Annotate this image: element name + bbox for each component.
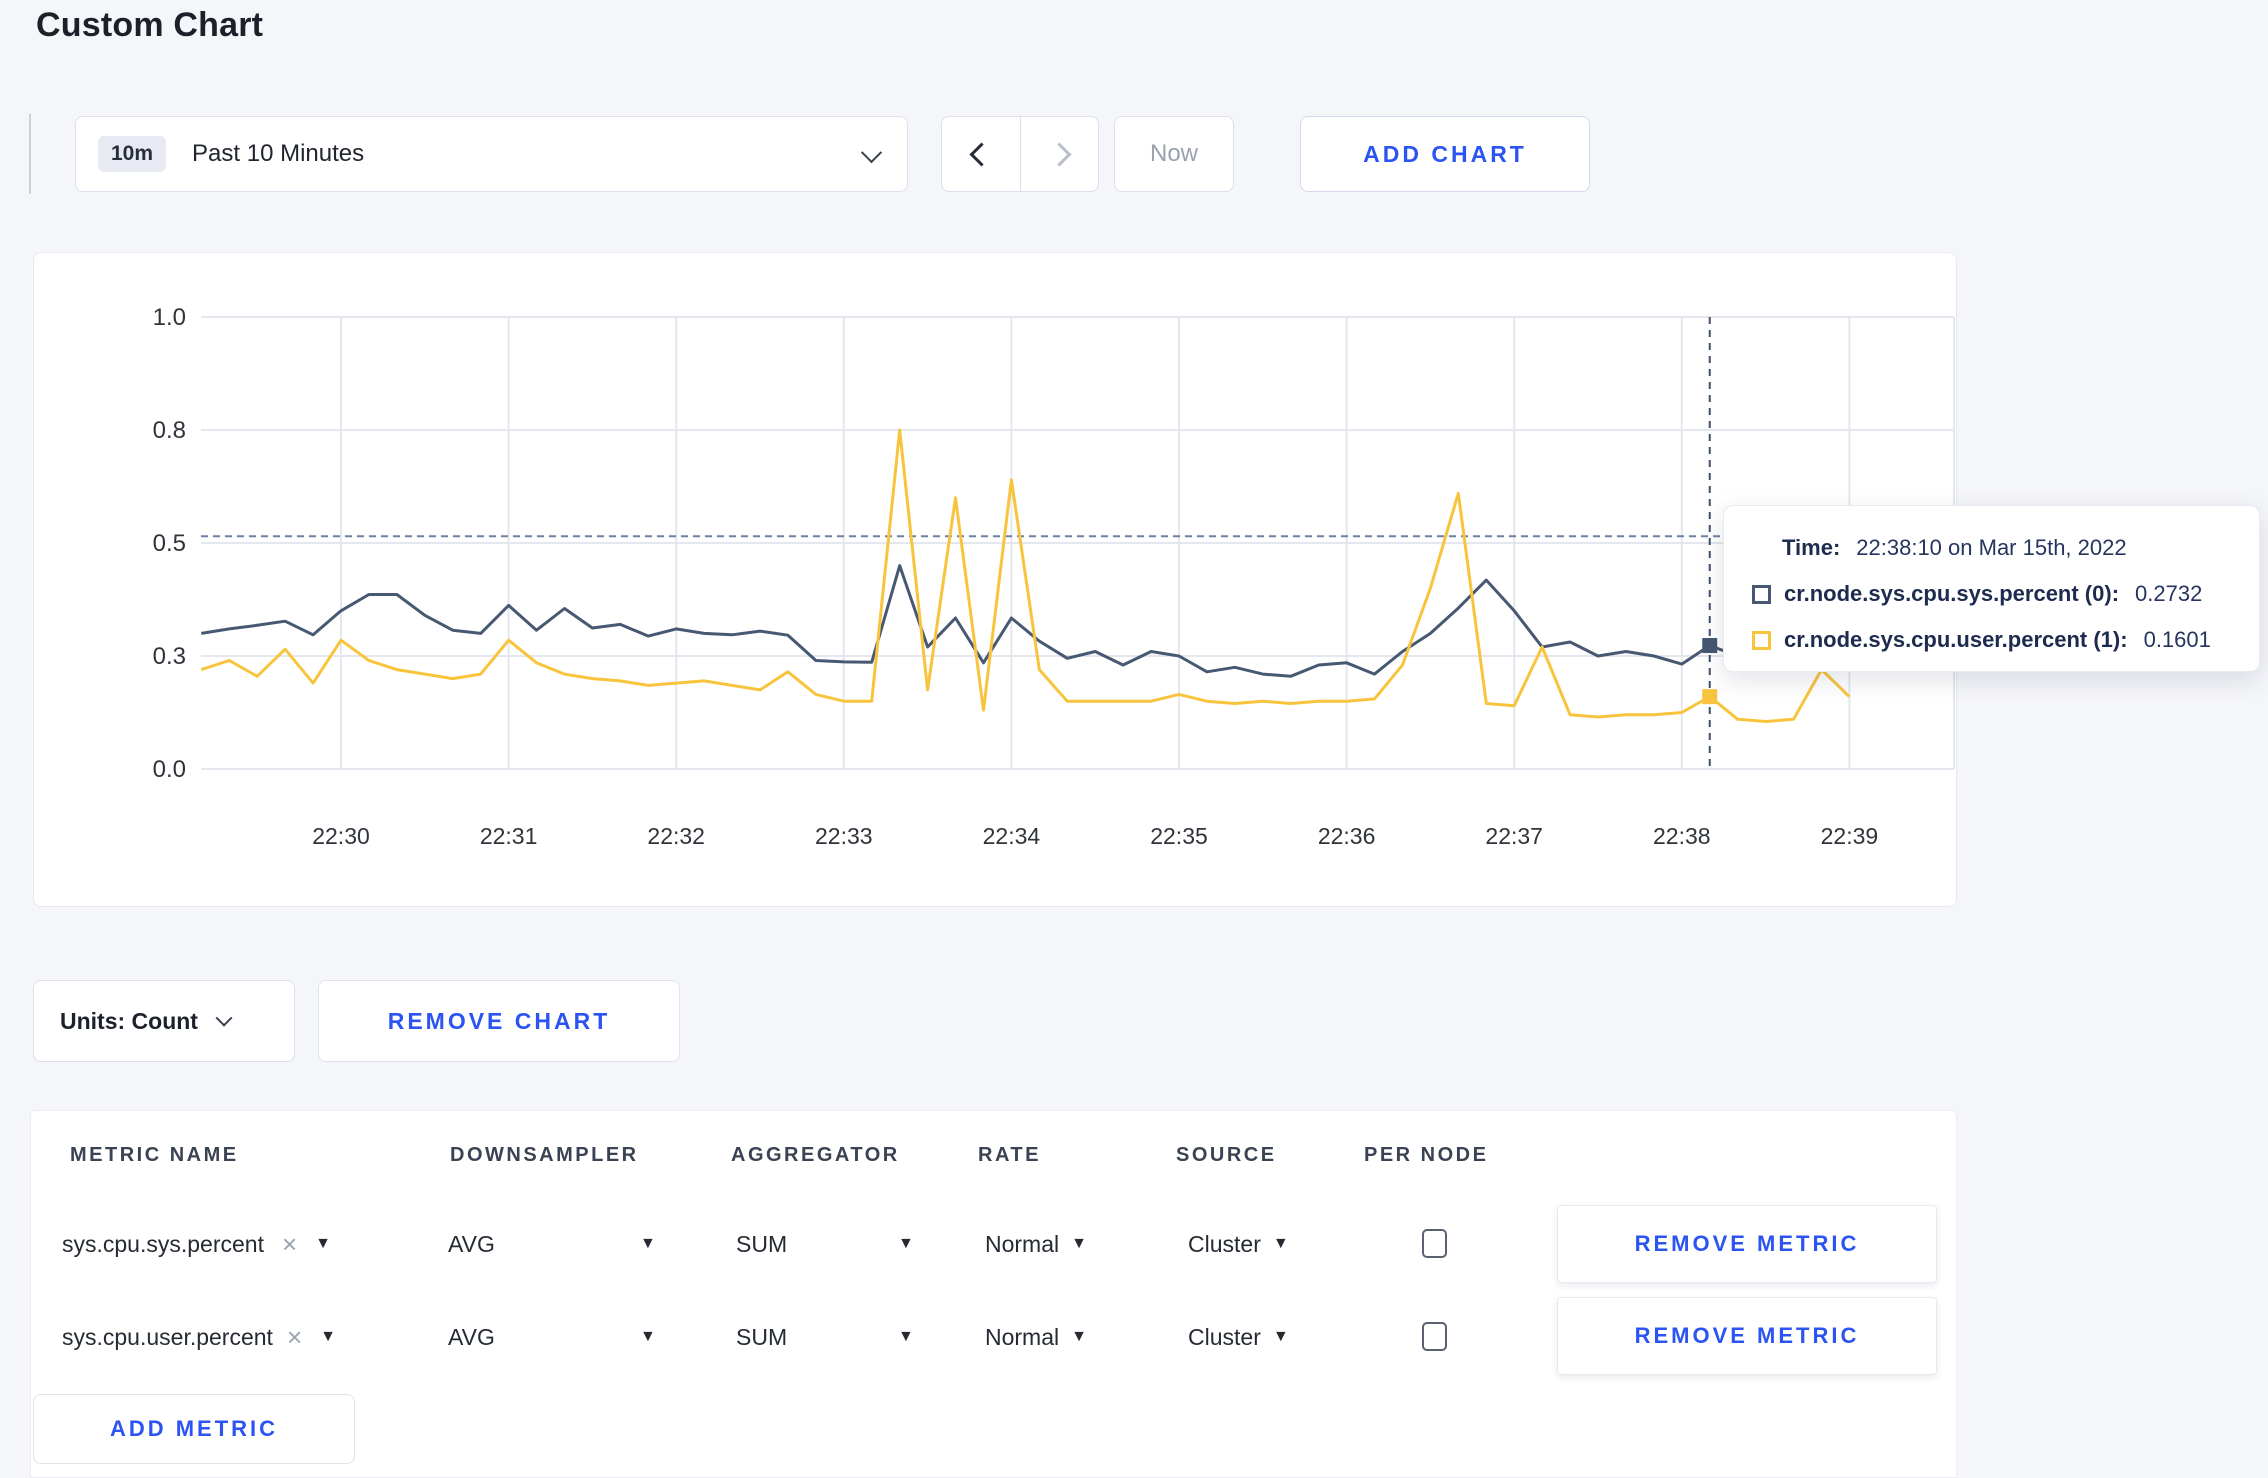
units-label: Units: Count bbox=[60, 1007, 198, 1034]
time-nav-group bbox=[941, 116, 1099, 192]
chevron-down-icon bbox=[860, 142, 883, 164]
caret-down-icon[interactable]: ▼ bbox=[640, 1322, 656, 1352]
source-select[interactable]: Cluster ▼ bbox=[1188, 1322, 1289, 1352]
prev-range-button[interactable] bbox=[942, 117, 1020, 191]
series-swatch-sys bbox=[1752, 584, 1771, 604]
y-tick-label: 0.0 bbox=[153, 756, 186, 783]
caret-down-icon: ▼ bbox=[1272, 1235, 1289, 1252]
source-value: Cluster bbox=[1188, 1231, 1261, 1257]
x-tick-label: 22:34 bbox=[983, 823, 1041, 849]
rate-select[interactable]: Normal ▼ bbox=[985, 1229, 1087, 1259]
caret-down-icon: ▼ bbox=[1272, 1328, 1289, 1345]
caret-down-icon: ▼ bbox=[1071, 1328, 1087, 1345]
page-title: Custom Chart bbox=[36, 6, 264, 44]
chevron-right-icon bbox=[1047, 141, 1072, 167]
x-tick-label: 22:39 bbox=[1821, 823, 1879, 849]
per-node-checkbox[interactable] bbox=[1422, 1229, 1447, 1258]
y-tick-label: 0.3 bbox=[153, 643, 186, 670]
col-header-per-node: PER NODE bbox=[1364, 1144, 1489, 1166]
add-chart-button[interactable]: ADD CHART bbox=[1300, 116, 1590, 192]
rate-value: Normal bbox=[985, 1231, 1060, 1257]
caret-down-icon: ▼ bbox=[315, 1235, 331, 1252]
x-tick-label: 22:38 bbox=[1653, 823, 1711, 849]
hover-marker-0 bbox=[1702, 638, 1718, 654]
toolbar-divider bbox=[29, 114, 31, 194]
x-tick-label: 22:33 bbox=[815, 823, 873, 849]
y-tick-label: 0.8 bbox=[153, 417, 186, 444]
add-metric-button[interactable]: ADD METRIC bbox=[33, 1394, 355, 1464]
tooltip-series-label: cr.node.sys.cpu.user.percent (1): bbox=[1784, 627, 2128, 652]
x-tick-label: 22:36 bbox=[1318, 823, 1376, 849]
metric-name-select[interactable]: sys.cpu.user.percent × ▼ bbox=[62, 1322, 336, 1352]
col-header-aggregator: AGGREGATOR bbox=[731, 1144, 900, 1166]
y-tick-label: 0.5 bbox=[153, 530, 186, 557]
col-header-downsampler: DOWNSAMPLER bbox=[450, 1144, 639, 1166]
x-tick-label: 22:35 bbox=[1150, 823, 1208, 849]
remove-chart-button[interactable]: REMOVE CHART bbox=[318, 980, 680, 1062]
rate-value: Normal bbox=[985, 1324, 1060, 1350]
caret-down-icon: ▼ bbox=[320, 1328, 336, 1345]
chevron-down-icon bbox=[215, 1009, 233, 1027]
series-swatch-user bbox=[1752, 630, 1771, 650]
metric-name-value: sys.cpu.user.percent bbox=[62, 1324, 273, 1350]
x-tick-label: 22:31 bbox=[480, 823, 538, 849]
tooltip-series-value: 0.1601 bbox=[2143, 627, 2211, 652]
downsampler-select[interactable]: AVG bbox=[448, 1229, 495, 1259]
hover-marker-1 bbox=[1702, 689, 1718, 705]
caret-down-icon[interactable]: ▼ bbox=[640, 1229, 656, 1259]
x-tick-label: 22:30 bbox=[312, 823, 370, 849]
caret-down-icon: ▼ bbox=[1071, 1235, 1087, 1252]
col-header-metric-name: METRIC NAME bbox=[70, 1144, 239, 1166]
chart-tooltip: Time: 22:38:10 on Mar 15th, 2022 cr.node… bbox=[1723, 505, 2260, 672]
clear-metric-icon[interactable]: × bbox=[282, 1229, 297, 1259]
col-header-rate: RATE bbox=[978, 1144, 1041, 1166]
time-range-label: Past 10 Minutes bbox=[192, 140, 365, 167]
metric-name-select[interactable]: sys.cpu.sys.percent × ▼ bbox=[62, 1229, 331, 1259]
source-select[interactable]: Cluster ▼ bbox=[1188, 1229, 1289, 1259]
source-value: Cluster bbox=[1188, 1324, 1261, 1350]
next-range-button[interactable] bbox=[1020, 117, 1098, 191]
per-node-checkbox[interactable] bbox=[1422, 1322, 1447, 1351]
time-range-dropdown[interactable]: 10m Past 10 Minutes bbox=[75, 116, 908, 192]
time-range-badge: 10m bbox=[98, 136, 167, 172]
aggregator-select[interactable]: SUM bbox=[736, 1229, 787, 1259]
aggregator-select[interactable]: SUM bbox=[736, 1322, 787, 1352]
tooltip-series-label: cr.node.sys.cpu.sys.percent (0): bbox=[1784, 581, 2120, 606]
clear-metric-icon[interactable]: × bbox=[287, 1322, 302, 1352]
chart-plot[interactable]: 1.0 0.8 0.5 0.3 0.0 22:30 22:31 22:32 22:33 22:34… bbox=[34, 253, 1958, 908]
y-tick-label: 1.0 bbox=[153, 304, 186, 331]
now-button[interactable]: Now bbox=[1114, 116, 1234, 192]
remove-metric-button[interactable]: REMOVE METRIC bbox=[1557, 1297, 1937, 1375]
tooltip-time-label: Time: bbox=[1782, 535, 1841, 560]
rate-select[interactable]: Normal ▼ bbox=[985, 1322, 1087, 1352]
metric-name-value: sys.cpu.sys.percent bbox=[62, 1231, 264, 1257]
series-line-1 bbox=[200, 428, 1851, 723]
downsampler-select[interactable]: AVG bbox=[448, 1322, 495, 1352]
tooltip-series-value: 0.2732 bbox=[2135, 581, 2203, 606]
x-tick-label: 22:37 bbox=[1485, 823, 1543, 849]
tooltip-time-value: 22:38:10 on Mar 15th, 2022 bbox=[1856, 535, 2127, 560]
remove-metric-button[interactable]: REMOVE METRIC bbox=[1557, 1205, 1937, 1283]
caret-down-icon[interactable]: ▼ bbox=[898, 1322, 914, 1352]
units-dropdown[interactable]: Units: Count bbox=[33, 980, 295, 1062]
caret-down-icon[interactable]: ▼ bbox=[898, 1229, 914, 1259]
chevron-left-icon bbox=[968, 141, 994, 167]
col-header-source: SOURCE bbox=[1176, 1144, 1277, 1166]
x-tick-label: 22:32 bbox=[647, 823, 705, 849]
chart-panel: 1.0 0.8 0.5 0.3 0.0 22:30 22:31 22:32 22:33 22:34… bbox=[33, 252, 1957, 907]
